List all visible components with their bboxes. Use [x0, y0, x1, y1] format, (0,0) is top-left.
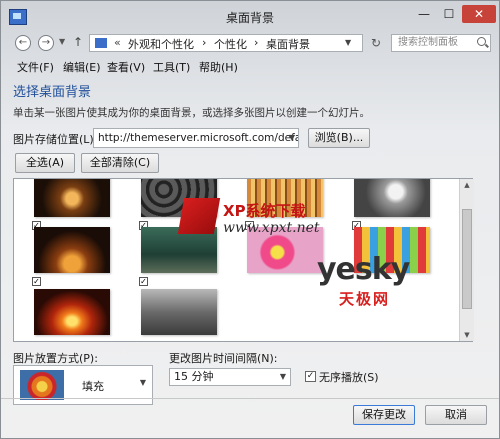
menu-help[interactable]: 帮助(H)	[199, 59, 238, 75]
refresh-button[interactable]: ↻	[367, 34, 385, 52]
maximize-button[interactable]: ☐	[438, 5, 460, 23]
page-description: 单击某一张图片使其成为你的桌面背景，或选择多张图片以创建一个幻灯片。	[13, 107, 370, 119]
picture-location-value: http://themeserver.microsoft.com/defa	[98, 132, 299, 144]
shuffle-label: 无序播放(S)	[319, 371, 379, 384]
menu-file[interactable]: 文件(F)	[17, 59, 54, 75]
windows-flag-logo-icon	[177, 198, 221, 234]
thumbnail-checkbox[interactable]: ✓	[32, 277, 41, 286]
breadcrumb-personalization[interactable]: 个性化	[214, 36, 247, 52]
desktop-background-window: 桌面背景 — ☐ ✕ ← → ▼ ↑ « 外观和个性化 › 个性化 › 桌面背景…	[0, 0, 500, 439]
xp-watermark-text: XP系统下载	[223, 202, 306, 220]
picture-position-value: 填充	[82, 380, 104, 393]
address-dropdown-icon[interactable]: ▼	[345, 38, 351, 47]
search-placeholder: 搜索控制面板	[398, 37, 458, 48]
forward-button[interactable]: →	[38, 35, 54, 51]
gallery-scrollbar[interactable]: ▲ ▼	[459, 179, 474, 341]
picture-position-label: 图片放置方式(P):	[13, 352, 98, 365]
search-icon	[477, 37, 486, 46]
breadcrumb-sep: ›	[254, 36, 259, 49]
yesky-watermark: yesky 天极网	[317, 252, 437, 308]
menu-bar: 文件(F) 编辑(E) 查看(V) 工具(T) 帮助(H)	[1, 57, 499, 75]
navigation-bar: ← → ▼ ↑ « 外观和个性化 › 个性化 › 桌面背景 ▼ ↻ 搜索控制面板	[1, 32, 499, 54]
breadcrumb-sep: ›	[202, 36, 207, 49]
menu-view[interactable]: 查看(V)	[107, 59, 145, 75]
minimize-button[interactable]: —	[413, 5, 435, 23]
interval-label: 更改图片时间间隔(N):	[169, 352, 278, 365]
menu-edit[interactable]: 编辑(E)	[63, 59, 101, 75]
position-preview-image	[20, 370, 64, 400]
chevron-down-icon: ▼	[139, 378, 146, 387]
address-overflow[interactable]: «	[114, 36, 121, 49]
up-button[interactable]: ↑	[73, 35, 83, 49]
address-bar[interactable]: « 外观和个性化 › 个性化 › 桌面背景 ▼	[89, 34, 363, 52]
clear-all-button[interactable]: 全部清除(C)	[81, 153, 159, 173]
xp-watermark-url: www.xpxt.net	[223, 220, 320, 236]
cancel-button[interactable]: 取消	[425, 405, 487, 425]
browse-button[interactable]: 浏览(B)...	[308, 128, 370, 148]
scrollbar-thumb[interactable]	[462, 209, 472, 309]
close-button[interactable]: ✕	[462, 5, 496, 23]
menu-tools[interactable]: 工具(T)	[153, 59, 190, 75]
picture-position-select[interactable]: 填充 ▼	[13, 365, 153, 405]
thumbnail-campfire[interactable]	[34, 289, 110, 335]
thumbnail-fire-arch[interactable]	[34, 227, 110, 273]
back-button[interactable]: ←	[15, 35, 31, 51]
scroll-down-icon[interactable]: ▼	[460, 329, 474, 341]
breadcrumb-desktop-background[interactable]: 桌面背景	[266, 36, 310, 52]
thumbnail-street-scene[interactable]	[141, 289, 217, 335]
interval-select[interactable]: 15 分钟 ▼	[169, 368, 291, 386]
shuffle-checkbox[interactable]: ✓	[305, 371, 316, 382]
select-all-button[interactable]: 全选(A)	[15, 153, 75, 173]
chevron-down-icon: ▼	[279, 372, 286, 381]
control-panel-icon	[95, 38, 107, 48]
yesky-logo: yesky	[317, 252, 410, 287]
interval-value: 15 分钟	[174, 370, 214, 383]
picture-location-label: 图片存储位置(L):	[13, 133, 98, 146]
footer-divider	[1, 398, 499, 399]
page-title: 选择桌面背景	[13, 85, 92, 100]
title-bar: 桌面背景 — ☐ ✕	[1, 1, 499, 31]
chevron-down-icon: ▼	[288, 133, 295, 142]
xp-watermark: XP系统下载 www.xpxt.net	[177, 198, 323, 240]
thumbnail-lightbulb[interactable]	[354, 179, 430, 217]
scroll-up-icon[interactable]: ▲	[460, 179, 474, 191]
search-input[interactable]: 搜索控制面板	[391, 34, 491, 52]
save-changes-button[interactable]: 保存更改	[353, 405, 415, 425]
yesky-subtitle: 天极网	[339, 290, 391, 308]
thumbnail-candle-light[interactable]	[34, 179, 110, 217]
breadcrumb-appearance[interactable]: 外观和个性化	[128, 36, 194, 52]
recent-pages-dropdown[interactable]: ▼	[59, 37, 65, 46]
picture-location-select[interactable]: http://themeserver.microsoft.com/defa ▼	[93, 128, 299, 148]
thumbnail-checkbox[interactable]: ✓	[139, 277, 148, 286]
